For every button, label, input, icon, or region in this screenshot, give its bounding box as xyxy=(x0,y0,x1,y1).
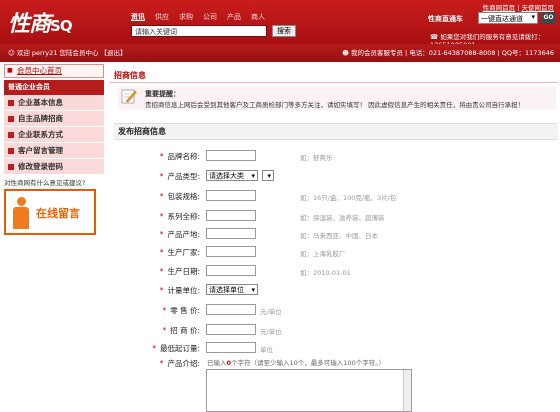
online-message-button[interactable]: 在线留言 xyxy=(4,189,96,235)
min-order-label: * 最低起订量: xyxy=(152,344,200,353)
manufacturer-hint: 如：上海乳胶厂 xyxy=(300,250,346,258)
express-label: 性商直通车 xyxy=(428,15,463,23)
retail-price-label: * 零 售 价: xyxy=(162,306,200,315)
category-label: * 产品类型: xyxy=(159,172,200,181)
search-tabs: 资讯 供应 求购 公司 产品 商人 xyxy=(131,12,275,22)
notice-text: 贵招商信息上网后会受到其他客户及工商质检部门等多方关注，请如实填写！ 因此虚假信… xyxy=(145,101,525,109)
search-tab-news[interactable]: 资讯 xyxy=(131,13,145,21)
section-title: 发布招商信息 xyxy=(114,123,558,140)
go-button[interactable]: GO xyxy=(541,12,556,24)
production-date-input[interactable] xyxy=(206,265,256,276)
service-icon: ☻ xyxy=(342,49,349,57)
production-date-hint: 如：2010-01-01 xyxy=(300,269,351,277)
wholesale-price-input[interactable] xyxy=(206,324,256,335)
intro-textarea[interactable] xyxy=(206,369,412,412)
manufacturer-input[interactable] xyxy=(206,246,256,257)
packaging-input[interactable] xyxy=(206,190,256,201)
sidebar-item-password[interactable]: 修改登录密码 xyxy=(4,159,104,175)
sidebar-home[interactable]: 会员中心首页 xyxy=(4,64,104,78)
textarea-scrollbar[interactable] xyxy=(403,370,411,411)
search-tab-company[interactable]: 公司 xyxy=(203,13,217,21)
pencil-note-icon xyxy=(121,89,137,104)
category-select[interactable]: 请选择大类 xyxy=(206,170,258,181)
page-title: 招商信息 xyxy=(114,71,146,80)
search-button[interactable]: 搜索 xyxy=(272,25,296,37)
status-bar: ☺ 欢迎 perry21 您陆会员中心 【退出】 ☻ 我的会员客服专员 | 电话… xyxy=(0,44,560,62)
search-tab-supply[interactable]: 供应 xyxy=(155,13,169,21)
min-order-unit: 单位 xyxy=(260,346,273,354)
divider xyxy=(110,82,558,83)
origin-input[interactable] xyxy=(206,228,256,239)
brand-name-input[interactable] xyxy=(206,150,256,161)
sidebar-item-messages[interactable]: 客户留言管理 xyxy=(4,143,104,159)
manufacturer-label: * 生产厂家: xyxy=(159,248,200,257)
express-select[interactable]: 一键直达通道 xyxy=(478,12,538,24)
brand-name-label: * 品牌名称: xyxy=(159,152,200,161)
user-icon: ☺ xyxy=(8,49,15,57)
logout-link[interactable]: 【退出】 xyxy=(101,49,127,57)
origin-label: * 产品产地: xyxy=(159,230,200,239)
series-label: * 系列全称: xyxy=(159,212,200,221)
link-home[interactable]: 性商网首页 xyxy=(483,4,516,12)
site-logo[interactable]: 性商SQ xyxy=(8,6,73,38)
link-angel-home[interactable]: 天使网首页 xyxy=(522,4,555,12)
packaging-hint: 如：16只/盒、100克/瓶、3片/包 xyxy=(300,194,397,202)
search-tab-buy[interactable]: 求购 xyxy=(179,13,193,21)
min-order-input[interactable] xyxy=(206,342,256,353)
search-tab-product[interactable]: 产品 xyxy=(227,13,241,21)
packaging-label: * 包装规格: xyxy=(159,192,200,201)
unit-select[interactable]: 请选择单位 xyxy=(206,284,258,295)
sidebar-item-brand-invest[interactable]: 自主品牌招商 xyxy=(4,111,104,127)
retail-price-input[interactable] xyxy=(206,304,256,315)
series-input[interactable] xyxy=(206,210,256,221)
phone-icon: ☎ xyxy=(430,33,439,41)
series-hint: 如：保湿装、滋养装、超薄装 xyxy=(300,214,385,222)
top-links: 性商网首页 | 天使网首页 xyxy=(482,4,555,12)
retail-price-unit: 元/单位 xyxy=(260,308,282,316)
online-message-label: 在线留言 xyxy=(36,207,80,220)
wholesale-price-unit: 元/单位 xyxy=(260,328,282,336)
sidebar: 会员中心首页 普通企业会员 企业基本信息 自主品牌招商 企业联系方式 客户留言管… xyxy=(4,64,104,412)
notice-title: 重要提醒： xyxy=(145,90,180,98)
sidebar-item-contact[interactable]: 企业联系方式 xyxy=(4,127,104,143)
unit-label: * 计量单位: xyxy=(159,286,200,295)
sidebar-item-basic-info[interactable]: 企业基本信息 xyxy=(4,95,104,111)
subcategory-select[interactable] xyxy=(262,170,274,181)
account-info: ☻ 我的会员客服专员 | 电话：021-64387088-8008 | QQ号：… xyxy=(342,49,554,57)
intro-hint: 已输入0个字符（请至少输入10个，最多可输入100个字符。） xyxy=(207,359,385,367)
sidebar-section-title: 普通企业会员 xyxy=(4,80,104,95)
origin-hint: 如：马来西亚、中国、日本 xyxy=(300,232,378,240)
question-person-icon xyxy=(13,197,29,229)
brand-name-hint: 如：舒爽乐 xyxy=(300,154,333,162)
production-date-label: * 生产日期: xyxy=(159,267,200,276)
feedback-question: 对性商网有什么意见或建议? xyxy=(4,179,86,187)
search-input[interactable]: 请输入关键词 xyxy=(131,25,267,37)
welcome-text: ☺ 欢迎 perry21 您陆会员中心 【退出】 xyxy=(8,49,127,57)
wholesale-price-label: * 招 商 价: xyxy=(162,326,200,335)
search-tab-merchant[interactable]: 商人 xyxy=(251,13,265,21)
intro-label: * 产品介绍: xyxy=(159,359,200,368)
